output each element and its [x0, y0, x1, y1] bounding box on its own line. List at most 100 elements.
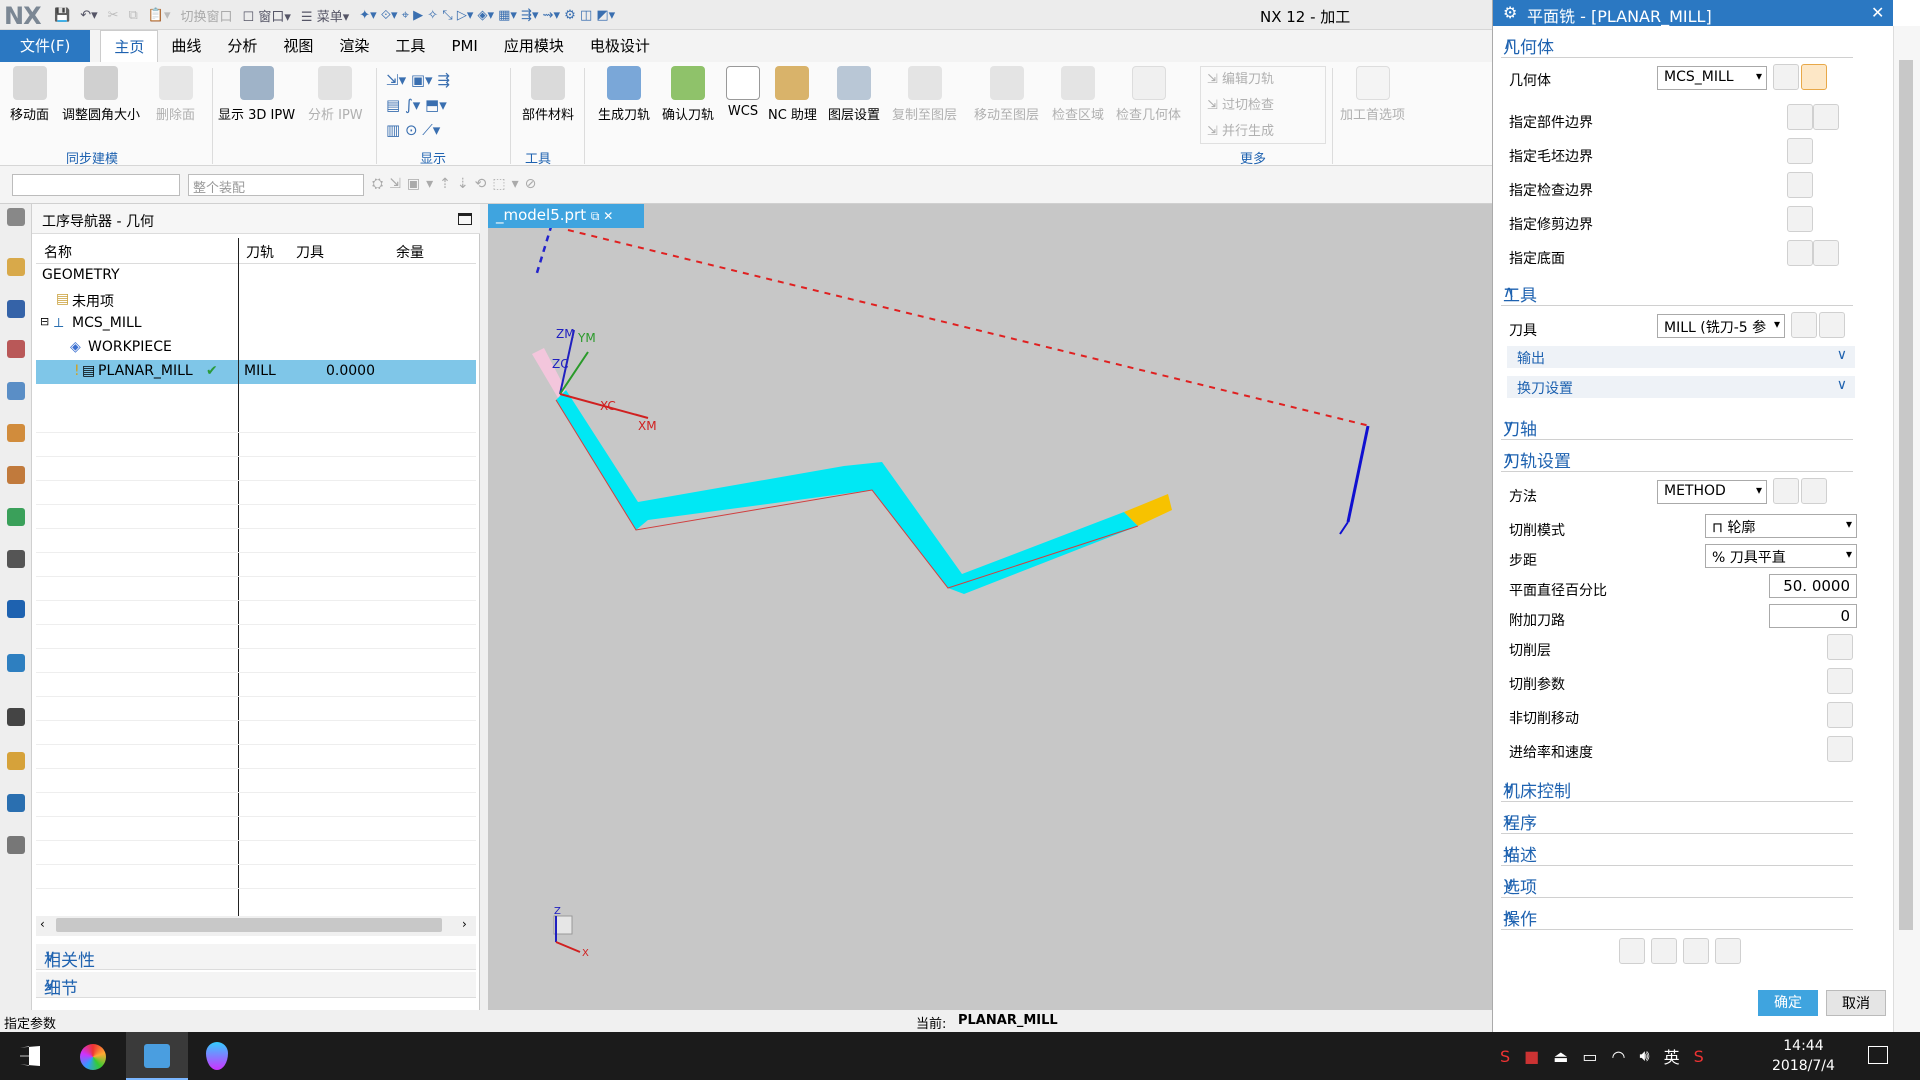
- collapse-icon[interactable]: ⊟: [40, 315, 49, 328]
- tab-curve[interactable]: 曲线: [158, 30, 214, 62]
- battery-icon[interactable]: ▭: [1582, 1047, 1597, 1066]
- blank-boundary-icon[interactable]: [1787, 138, 1813, 164]
- tab-view[interactable]: 视图: [270, 30, 326, 62]
- menu-button[interactable]: ☰ 菜单▾: [301, 6, 349, 25]
- machining-feature-icon[interactable]: [7, 466, 25, 484]
- tab-applications[interactable]: 应用模块: [491, 30, 577, 62]
- usb-icon[interactable]: ⏏: [1553, 1047, 1568, 1066]
- analyze-ipw-button[interactable]: 分析 IPW: [308, 66, 363, 123]
- noncut-moves-icon[interactable]: [1827, 702, 1853, 728]
- tab-electrode[interactable]: 电极设计: [577, 30, 663, 62]
- col-stock[interactable]: 余量: [396, 242, 424, 262]
- tab-tools[interactable]: 工具: [382, 30, 438, 62]
- verify-toolpath-button[interactable]: 确认刀轨: [662, 66, 714, 123]
- feeds-speeds-icon[interactable]: [1827, 736, 1853, 762]
- edit-tool-icon[interactable]: [1819, 312, 1845, 338]
- part-navigator-icon[interactable]: [7, 340, 25, 358]
- file-tab[interactable]: _model5.prt ⧉ ✕: [488, 204, 644, 228]
- close-icon[interactable]: ⧉ ✕: [591, 209, 613, 223]
- sogou-icon[interactable]: S: [1500, 1047, 1510, 1066]
- group-tools[interactable]: 工具: [525, 148, 551, 167]
- generate-icon[interactable]: [1619, 938, 1645, 964]
- switch-window-button[interactable]: 切换窗口: [181, 6, 233, 25]
- tree-row-planar-mill[interactable]: ! ▤ PLANAR_MILL ✔ MILL 0.0000: [36, 360, 476, 384]
- group-sync-modeling[interactable]: 同步建模: [66, 148, 118, 167]
- constraint-navigator-icon[interactable]: [7, 300, 25, 318]
- floor-icon[interactable]: [1787, 240, 1813, 266]
- tree-row-unused[interactable]: ▤ 未用项: [36, 288, 476, 312]
- section-path-settings[interactable]: 刀轨设置 ∧: [1501, 444, 1853, 472]
- group-more[interactable]: 更多: [1240, 148, 1266, 167]
- tab-pmi[interactable]: PMI: [438, 30, 490, 62]
- tree-row-mcs-mill[interactable]: ⊟ ⟂ MCS_MILL: [36, 312, 476, 336]
- edit-method-icon[interactable]: [1801, 478, 1827, 504]
- tab-analysis[interactable]: 分析: [214, 30, 270, 62]
- cancel-button[interactable]: 取消: [1826, 990, 1886, 1016]
- show-3d-ipw-button[interactable]: 显示 3D IPW: [218, 66, 295, 123]
- wcs-button[interactable]: WCS: [726, 66, 760, 119]
- section-description[interactable]: 描述 ∨: [1501, 838, 1853, 866]
- check-geometry-button[interactable]: 检查几何体: [1116, 66, 1181, 123]
- section-actions[interactable]: 操作 ∧: [1501, 902, 1853, 930]
- new-tool-icon[interactable]: [1791, 312, 1817, 338]
- snap-tools-icon[interactable]: ⛭⇲▣▾⇡⇣⟲⬚▾⊘: [372, 176, 542, 192]
- move-face-button[interactable]: 移动面: [10, 66, 49, 123]
- machining-prefs-button[interactable]: 加工首选项: [1340, 66, 1405, 123]
- part-material-button[interactable]: 部件材料: [522, 66, 574, 123]
- section-tool[interactable]: 工具 ∧: [1501, 278, 1853, 306]
- scrollbar-thumb[interactable]: [56, 918, 442, 932]
- scroll-right-icon[interactable]: ›: [462, 917, 467, 931]
- generate-toolpath-button[interactable]: 生成刀轨: [598, 66, 650, 123]
- section-tool-axis[interactable]: 刀轴 ∨: [1501, 412, 1853, 440]
- palette-icon[interactable]: [7, 752, 25, 770]
- tree-row-geometry[interactable]: GEOMETRY: [36, 264, 476, 288]
- display-floor-icon[interactable]: [1813, 240, 1839, 266]
- clock[interactable]: 14:44 2018/7/4: [1772, 1036, 1835, 1076]
- close-icon[interactable]: ✕: [1871, 3, 1884, 22]
- copy-icon[interactable]: ⧉: [129, 8, 138, 23]
- window-button[interactable]: ☐ 窗口▾: [243, 6, 291, 25]
- additional-passes-input[interactable]: 0: [1769, 604, 1857, 628]
- ime-indicator[interactable]: 英: [1664, 1044, 1680, 1068]
- type-filter-dropdown[interactable]: [12, 174, 180, 196]
- settings-icon[interactable]: [7, 208, 25, 226]
- save-icon[interactable]: 💾: [54, 8, 70, 23]
- maximize-icon[interactable]: [458, 213, 472, 225]
- tab-home[interactable]: 主页: [100, 30, 159, 62]
- dependencies-section[interactable]: 相关性 ∨: [36, 944, 476, 971]
- roles-icon[interactable]: [7, 836, 25, 854]
- section-program[interactable]: 程序 ∨: [1501, 806, 1853, 834]
- network-icon[interactable]: ◠: [1612, 1047, 1626, 1066]
- nc-assistant-button[interactable]: NC 助理: [768, 66, 817, 123]
- qat-tools-icon[interactable]: ✦▾ ⟐▾ ⌖ ▶ ✧ ⤡ ▷▾ ◈▾ ▦▾ ⇶▾ ⇝▾ ⚙ ◫ ◩▾: [359, 8, 615, 23]
- part-boundary-icon[interactable]: [1787, 104, 1813, 130]
- tool-change-subsection[interactable]: 换刀设置 ∨: [1507, 376, 1855, 398]
- stepover-dropdown[interactable]: % 刀具平直: [1705, 544, 1857, 568]
- ok-button[interactable]: 确定: [1758, 990, 1818, 1016]
- tool-dropdown[interactable]: MILL (铣刀-5 参: [1657, 314, 1785, 338]
- operation-navigator-icon[interactable]: [7, 382, 25, 400]
- sogou-ime-icon[interactable]: S: [1694, 1047, 1704, 1066]
- col-tool[interactable]: 刀具: [296, 242, 324, 262]
- file-menu[interactable]: 文件(F): [0, 30, 91, 62]
- layer-settings-button[interactable]: 图层设置: [828, 66, 880, 123]
- undo-icon[interactable]: ↶▾: [80, 8, 97, 23]
- cut-levels-icon[interactable]: [1827, 634, 1853, 660]
- scroll-left-icon[interactable]: ‹: [40, 917, 45, 931]
- tree-row-workpiece[interactable]: ◈ WORKPIECE: [36, 336, 476, 360]
- assembly-navigator-icon[interactable]: [7, 258, 25, 276]
- parallel-generate-item[interactable]: ⇲ 并行生成: [1207, 119, 1325, 145]
- history-icon[interactable]: [7, 654, 25, 672]
- details-section[interactable]: 细节 ∨: [36, 972, 476, 999]
- output-subsection[interactable]: 输出 ∨: [1507, 346, 1855, 368]
- method-dropdown[interactable]: METHOD: [1657, 480, 1767, 504]
- percent-input[interactable]: 50. 0000: [1769, 574, 1857, 598]
- col-name[interactable]: 名称: [44, 242, 72, 262]
- app-icon-1[interactable]: [80, 1044, 106, 1070]
- cut-params-icon[interactable]: [1827, 668, 1853, 694]
- graphics-viewport[interactable]: ZM YM ZC XC XM Z X: [488, 203, 1494, 1010]
- volume-icon[interactable]: 🔊︎: [1640, 1046, 1650, 1066]
- copy-to-layer-button[interactable]: 复制至图层: [892, 66, 957, 123]
- section-geometry[interactable]: 几何体 ∧: [1501, 30, 1853, 58]
- start-icon[interactable]: [20, 1046, 40, 1066]
